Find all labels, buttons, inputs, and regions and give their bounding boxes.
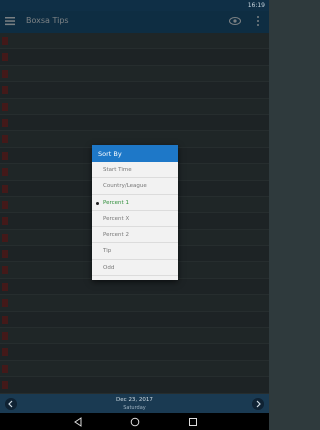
date-bar: Dec 23, 2017 Saturday xyxy=(0,394,269,413)
status-time: 16:19 xyxy=(247,2,265,9)
recent-apps-icon[interactable] xyxy=(188,417,198,427)
sort-option-label: Start Time xyxy=(103,167,132,173)
sort-option-label: Percent X xyxy=(103,215,130,222)
current-date: Dec 23, 2017 xyxy=(116,397,153,403)
sort-option-label: Percent 1 xyxy=(103,199,129,206)
sort-option-label: Country/League xyxy=(103,183,147,190)
dialog-title: Sort By xyxy=(92,145,178,162)
status-bar: 16:19 xyxy=(0,0,269,11)
sort-option[interactable]: Percent 2 xyxy=(92,227,178,244)
sort-option-label: Odd xyxy=(103,264,115,271)
sort-option[interactable]: Odd xyxy=(92,260,178,277)
sort-option[interactable]: Percent 1 xyxy=(92,195,178,211)
system-nav-bar xyxy=(0,413,269,430)
sort-option[interactable]: Percent X xyxy=(92,211,178,228)
sort-by-dialog: Sort By Start Time Country/League Percent … xyxy=(92,145,178,280)
sort-option[interactable]: Country/League xyxy=(92,178,178,195)
back-icon[interactable] xyxy=(73,417,83,427)
sort-option-label: Percent 2 xyxy=(103,232,129,239)
current-day: Saturday xyxy=(123,405,146,411)
sort-option[interactable]: Start Time xyxy=(92,162,178,179)
selected-dot-icon xyxy=(96,201,99,205)
sort-option-label: Tip xyxy=(103,248,112,255)
sort-option[interactable]: Tip xyxy=(92,243,178,260)
next-day-button[interactable] xyxy=(252,398,264,410)
home-icon[interactable] xyxy=(130,417,140,427)
